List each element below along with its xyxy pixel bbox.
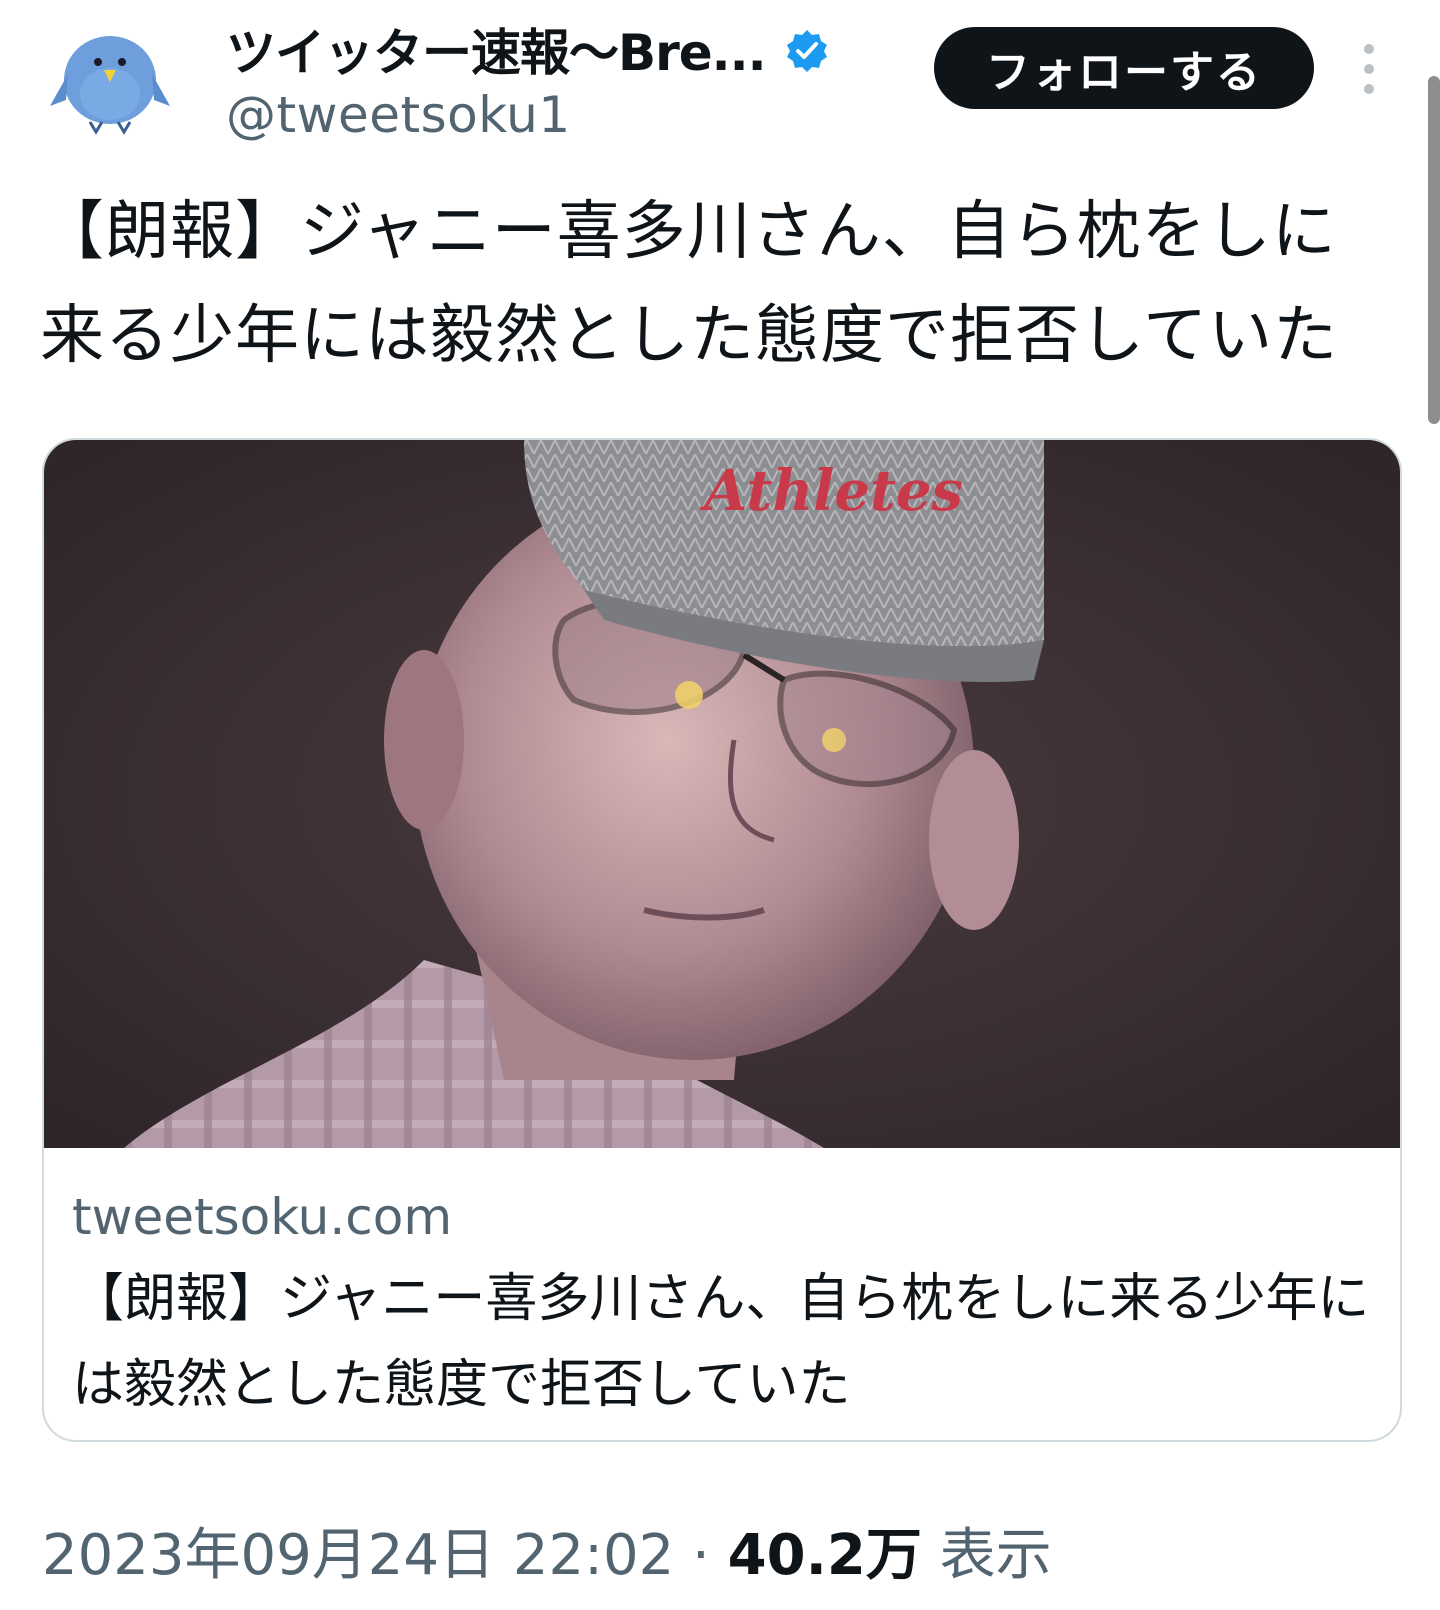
views-label: 表示 [939,1523,1052,1588]
tweet-datetime[interactable]: 2023年09月24日 22:02 [42,1523,674,1588]
tweet-text: 【朗報】ジャニー喜多川さん、自ら枕をしに来る少年には毅然とした態度で拒否していた [40,195,1339,373]
card-title[interactable]: 【朗報】ジャニー喜多川さん、自ら枕をしに来る少年には毅然とした態度で拒否していた [72,1256,1372,1428]
more-dot [1364,84,1374,94]
display-name[interactable]: ツイッター速報〜Bre... [226,13,767,85]
views-count: 40.2万 [727,1523,922,1588]
card-domain[interactable]: tweetsoku.com [72,1188,452,1246]
follow-button[interactable]: フォローする [934,27,1314,109]
more-vertical-icon[interactable] [1356,44,1382,94]
link-card[interactable]: Athletes tweetsoku.com 【朗報】ジャニー喜多川さん、自ら枕… [42,438,1402,1442]
display-name-row[interactable]: ツイッター速報〜Bre... [226,14,830,84]
avatar-bird-icon[interactable] [46,24,174,136]
meta-separator: · [692,1523,710,1588]
cap-logo-text: Athletes [699,458,963,524]
more-dot [1364,44,1374,54]
more-dot [1364,64,1374,74]
card-image[interactable]: Athletes [44,440,1400,1148]
user-handle[interactable]: @tweetsoku1 [226,86,571,144]
tweet-meta: 2023年09月24日 22:02 · 40.2万 表示 [42,1510,1052,1591]
verified-badge-icon [786,30,827,72]
scrollbar-thumb[interactable] [1428,76,1440,424]
